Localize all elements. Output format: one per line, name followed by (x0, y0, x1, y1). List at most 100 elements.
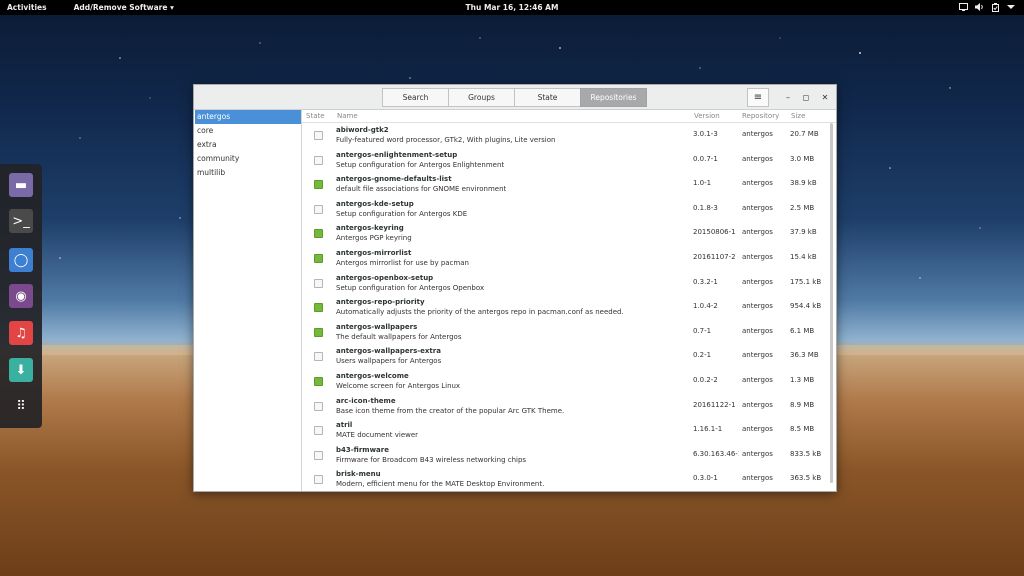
sidebar-item-extra[interactable]: extra (195, 138, 301, 152)
state-checkbox[interactable] (314, 426, 323, 436)
column-repository[interactable]: Repository (742, 112, 779, 120)
music-icon[interactable]: ♫ (9, 321, 33, 345)
terminal-icon[interactable]: >_ (9, 209, 33, 233)
package-description: Automatically adjusts the priority of th… (336, 308, 624, 317)
package-size: 8.5 MB (790, 425, 815, 434)
header-bar: Search Groups State Repositories ≡ – ◻ ✕ (194, 85, 836, 110)
package-repository: antergos (742, 130, 773, 138)
table-row[interactable]: antergos-keyring Antergos PGP keyring 2015… (302, 221, 836, 246)
package-name: antergos-kde-setup (336, 199, 414, 208)
state-checkbox[interactable] (314, 253, 323, 263)
app-menu[interactable]: Add/Remove Software ▾ (74, 3, 174, 12)
table-row[interactable]: antergos-repo-priority Automatically adju… (302, 295, 836, 320)
state-checkbox[interactable] (314, 376, 323, 386)
table-row[interactable]: antergos-wallpapers-extra Users wallpaper… (302, 344, 836, 369)
table-row[interactable]: antergos-welcome Welcome screen for Anter… (302, 369, 836, 394)
top-bar: Activities Add/Remove Software ▾ Thu Mar… (0, 0, 1024, 15)
tab-state[interactable]: State (514, 88, 581, 107)
package-repository: antergos (742, 154, 773, 163)
state-checkbox[interactable] (314, 278, 323, 288)
table-row[interactable]: antergos-kde-setup Setup configuration fo… (302, 197, 836, 222)
package-name: antergos-mirrorlist (336, 248, 412, 257)
package-description: Firmware for Broadcom B43 wireless netwo… (336, 455, 527, 464)
package-description: Antergos PGP keyring (336, 234, 412, 243)
state-checkbox[interactable] (314, 450, 323, 460)
sidebar-item-multilib[interactable]: multilib (195, 166, 301, 180)
column-state[interactable]: State (306, 112, 325, 120)
table-row[interactable]: b43-firmware Firmware for Broadcom B43 wi… (302, 443, 836, 468)
table-row[interactable]: atril MATE document viewer 1.16.1-1 antergo… (302, 418, 836, 443)
state-checkbox[interactable] (314, 303, 323, 313)
pidgin-icon[interactable]: ◉ (9, 284, 33, 308)
state-checkbox[interactable] (314, 327, 323, 337)
package-size: 3.0 MB (790, 154, 815, 163)
package-version: 3.0.1-3 (693, 130, 718, 138)
package-version: 1.16.1-1 (693, 425, 723, 434)
sidebar-item-antergos[interactable]: antergos (195, 110, 301, 124)
volume-icon[interactable] (974, 2, 984, 12)
package-name: antergos-welcome (336, 371, 409, 380)
chromium-icon[interactable]: ◯ (9, 248, 33, 272)
maximize-icon: ◻ (802, 93, 810, 102)
state-checkbox[interactable] (314, 352, 323, 362)
package-version: 0.3.0-1 (693, 474, 718, 483)
battery-icon[interactable] (990, 2, 1000, 12)
package-name: arc-icon-theme (336, 396, 396, 405)
package-repository: antergos (742, 400, 773, 409)
package-description: Antergos mirrorlist for use by pacman (336, 258, 469, 267)
close-button[interactable]: ✕ (815, 89, 835, 106)
table-row[interactable]: antergos-enlightenment-setup Setup config… (302, 148, 836, 173)
table-row[interactable]: antergos-mirrorlist Antergos mirrorlist f… (302, 246, 836, 271)
tab-groups[interactable]: Groups (448, 88, 515, 107)
screen-icon[interactable] (958, 2, 968, 12)
package-name: brisk-menu (336, 470, 381, 479)
package-size: 833.5 kB (790, 449, 822, 458)
package-size: 8.9 MB (790, 400, 815, 409)
package-description: Setup configuration for Antergos KDE (336, 209, 468, 218)
state-checkbox[interactable] (314, 475, 323, 485)
state-checkbox[interactable] (314, 180, 323, 190)
app-menu-label: Add/Remove Software (73, 3, 168, 12)
table-row[interactable]: antergos-gnome-defaults-list default file… (302, 172, 836, 197)
table-row[interactable]: abiword-gtk2 Fully-featured word processo… (302, 123, 836, 148)
package-list: abiword-gtk2 Fully-featured word processo… (302, 123, 836, 492)
table-row[interactable]: antergos-wallpapers The default wallpaper… (302, 320, 836, 345)
state-checkbox[interactable] (314, 401, 323, 411)
table-row[interactable]: brisk-menu Modern, efficient menu for the… (302, 467, 836, 492)
package-version: 1.0.4-2 (693, 302, 718, 311)
package-name: antergos-openbox-setup (336, 273, 434, 282)
state-checkbox[interactable] (314, 131, 323, 140)
minimize-button[interactable]: – (778, 89, 798, 106)
package-version: 0.7-1 (693, 326, 712, 335)
package-size: 38.9 kB (790, 179, 817, 188)
scrollbar[interactable] (830, 123, 833, 483)
menu-button[interactable]: ≡ (747, 88, 769, 107)
column-size[interactable]: Size (791, 112, 805, 120)
power-menu-icon[interactable] (1006, 2, 1016, 12)
package-repository: antergos (742, 203, 773, 212)
package-repository: antergos (742, 228, 773, 237)
package-repository: antergos (742, 425, 773, 434)
state-checkbox[interactable] (314, 204, 323, 214)
activities-button[interactable]: Activities (7, 3, 47, 12)
package-size: 1.3 MB (790, 375, 815, 384)
tab-search[interactable]: Search (382, 88, 449, 107)
package-name: antergos-keyring (336, 224, 404, 233)
sidebar-item-community[interactable]: community (195, 152, 301, 166)
maximize-button[interactable]: ◻ (796, 89, 816, 106)
sidebar-item-core[interactable]: core (195, 124, 301, 138)
package-repository: antergos (742, 474, 773, 483)
column-version[interactable]: Version (694, 112, 720, 120)
state-checkbox[interactable] (314, 155, 323, 165)
tab-repositories[interactable]: Repositories (580, 88, 647, 107)
package-description: Fully-featured word processor, GTk2, Wit… (336, 136, 556, 144)
package-name: atril (336, 421, 353, 430)
column-name[interactable]: Name (337, 112, 358, 120)
table-row[interactable]: antergos-openbox-setup Setup configuratio… (302, 271, 836, 296)
state-checkbox[interactable] (314, 229, 323, 239)
files-icon[interactable]: ▬ (9, 173, 33, 197)
software-icon[interactable]: ⬇ (9, 358, 33, 382)
table-row[interactable]: arc-icon-theme Base icon theme from the c… (302, 394, 836, 419)
system-tray[interactable] (958, 2, 1016, 12)
show-apps-icon[interactable]: ⠿ (9, 394, 33, 418)
